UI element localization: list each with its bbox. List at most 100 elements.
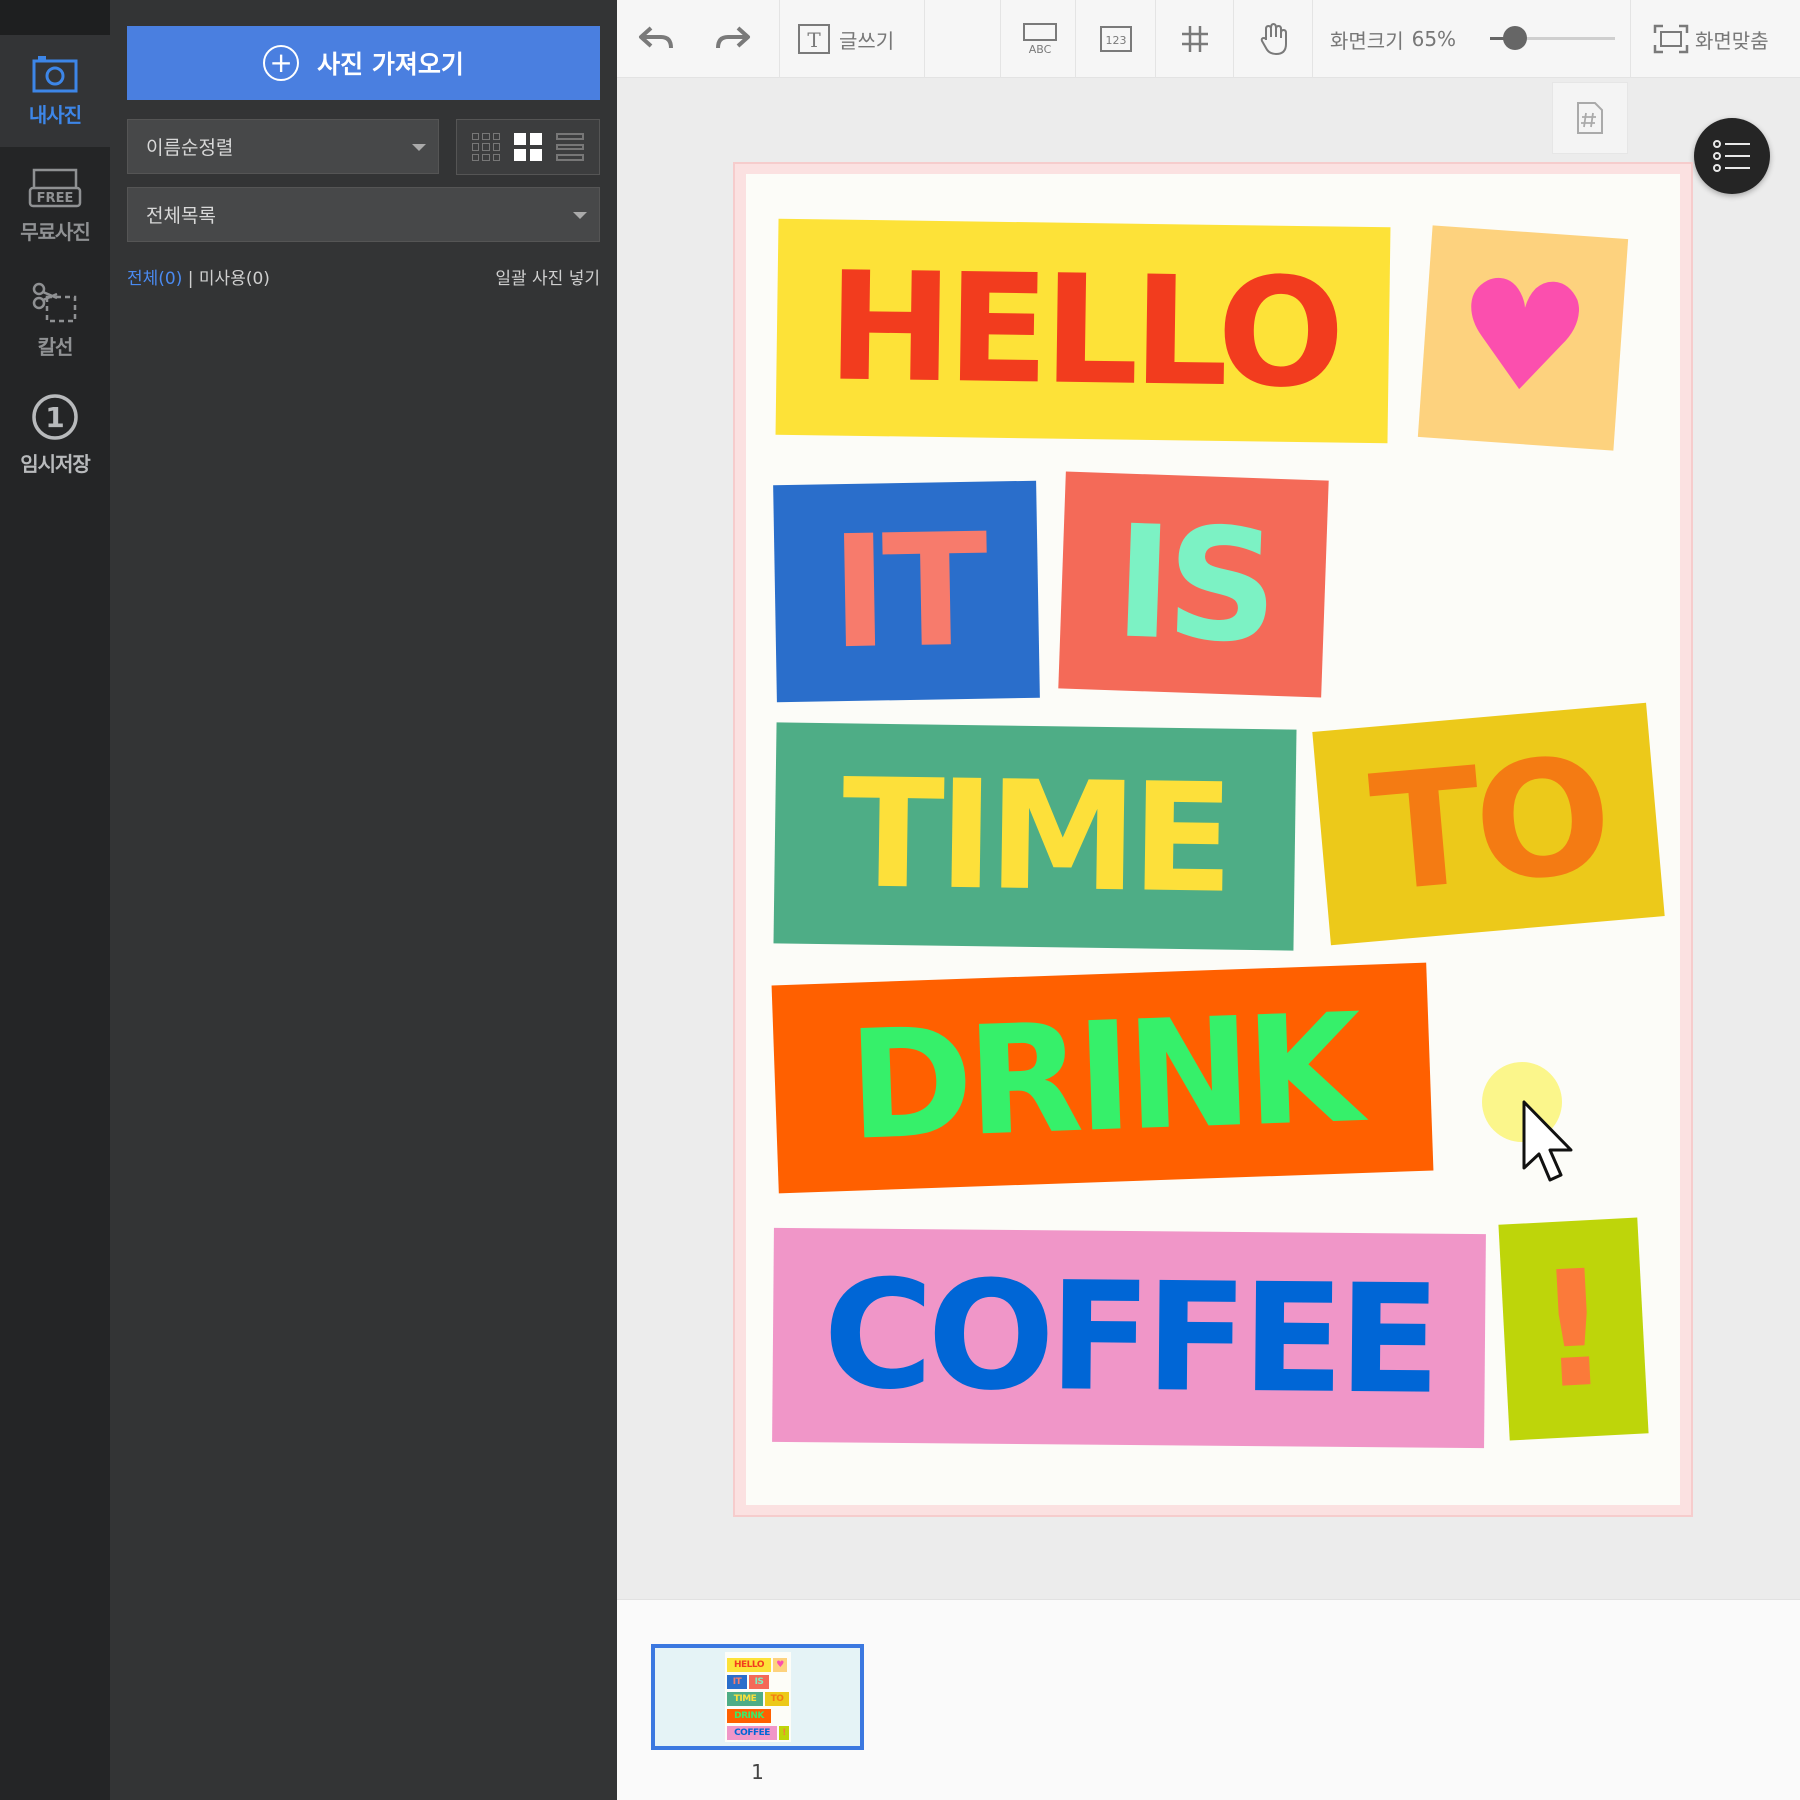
abc-text-icon: ABC	[1023, 23, 1057, 56]
thumb-word: DRINK	[727, 1709, 771, 1723]
text-box-icon: T	[798, 24, 830, 54]
thumb-word: IT	[727, 1675, 747, 1689]
toolbar-divider	[1312, 0, 1313, 78]
zoom-value: 65%	[1411, 27, 1457, 51]
chevron-down-icon	[573, 212, 587, 219]
word-block-exclamation[interactable]: !	[1498, 1217, 1649, 1441]
heart-icon: ♥	[1449, 246, 1597, 430]
number-box-icon: 123	[1100, 26, 1132, 52]
rail-item-label: 임시저장	[20, 451, 91, 476]
word-block-text: TIME	[840, 746, 1230, 927]
toolbar-divider	[1075, 0, 1076, 78]
camera-icon	[32, 55, 78, 92]
list-filter-select[interactable]: 전체목록	[127, 187, 600, 242]
undo-button[interactable]	[637, 0, 677, 78]
fit-screen-label: 화면맞춤	[1695, 28, 1769, 53]
zoom-label-group: 화면크기 65%	[1330, 0, 1456, 78]
grid-small-view-icon[interactable]	[472, 133, 500, 161]
left-icon-rail: 내사진 FREE 무료사진 칼선 1 임시저장	[0, 0, 110, 1800]
page-number-icon	[1577, 102, 1603, 134]
sort-select[interactable]: 이름순정렬	[127, 119, 439, 174]
scissors-icon	[32, 282, 77, 322]
grid-large-view-icon[interactable]	[514, 133, 542, 161]
word-block-time[interactable]: TIME	[773, 722, 1297, 951]
rail-item-my-photos[interactable]: 내사진	[0, 35, 110, 147]
word-block-hello[interactable]: HELLO	[775, 218, 1391, 444]
thumb-word: COFFEE	[727, 1726, 777, 1740]
thumb-word: TO	[765, 1692, 789, 1706]
filter-unused-link[interactable]: 미사용(0)	[199, 269, 270, 289]
word-block-text: IT	[829, 499, 984, 684]
word-block-text: TO	[1364, 720, 1613, 928]
word-block-to[interactable]: TO	[1312, 702, 1665, 946]
toolbar-divider	[1630, 0, 1631, 78]
word-block-is[interactable]: IS	[1058, 471, 1329, 698]
add-text-button[interactable]: T 글쓰기	[797, 0, 894, 78]
rail-item-label: 내사진	[28, 102, 82, 127]
word-block-coffee[interactable]: COFFEE	[772, 1227, 1486, 1449]
thumb-word: HELLO	[727, 1658, 771, 1672]
redo-icon	[716, 26, 750, 49]
zoom-label: 화면크기	[1330, 28, 1404, 53]
import-photos-button[interactable]: + 사진 가져오기	[127, 26, 600, 100]
pan-hand-button[interactable]	[1258, 0, 1290, 78]
rail-item-temp-save[interactable]: 1 임시저장	[0, 378, 110, 490]
toolbar-divider	[1155, 0, 1156, 78]
thumb-word: IS	[749, 1675, 769, 1689]
word-block-drink[interactable]: DRINK	[771, 962, 1434, 1194]
list-icon	[1713, 140, 1750, 172]
filter-all-link[interactable]: 전체(0)	[127, 269, 182, 289]
svg-text:ABC: ABC	[1029, 43, 1052, 56]
svg-text:T: T	[807, 28, 821, 52]
redo-button[interactable]	[712, 0, 752, 78]
toolbar-divider	[924, 0, 925, 78]
word-block-text: IS	[1111, 491, 1276, 678]
toolbar-divider	[779, 0, 780, 78]
word-block-it[interactable]: IT	[773, 480, 1040, 703]
filter-separator: |	[187, 269, 194, 289]
batch-insert-link[interactable]: 일괄 사진 넣기	[495, 264, 600, 289]
word-block-text: !	[1532, 1233, 1615, 1425]
temp-save-badge: 1	[45, 401, 64, 434]
svg-text:123: 123	[1106, 34, 1127, 47]
grid-hash-icon	[1182, 26, 1208, 52]
rail-item-label: 무료사진	[20, 219, 91, 244]
fit-screen-button[interactable]: 화면맞춤	[1653, 0, 1769, 78]
view-mode-toggle	[456, 119, 600, 175]
mouse-pointer-icon	[1522, 1100, 1573, 1182]
word-block-text: COFFEE	[822, 1248, 1436, 1428]
free-photo-icon: FREE	[28, 168, 82, 207]
word-block-text: HELLO	[826, 240, 1340, 422]
word-block-text: DRINK	[845, 982, 1360, 1174]
toolbar-divider	[1233, 0, 1234, 78]
number-box-button[interactable]: 123	[1099, 0, 1133, 78]
fit-screen-icon	[1653, 24, 1689, 54]
sort-select-value: 이름순정렬	[146, 137, 234, 159]
list-view-icon[interactable]	[556, 133, 584, 161]
add-text-label: 글쓰기	[839, 28, 895, 53]
plus-circle-icon: +	[263, 45, 300, 81]
word-art-button[interactable]: ABC	[1022, 0, 1058, 78]
rail-item-label: 칼선	[37, 334, 74, 359]
thumb-heart: ♥	[773, 1658, 787, 1672]
page-thumbnail[interactable]: HELLO ♥ IT IS TIME TO DRINK COFFEE !	[651, 1644, 864, 1750]
thumbnail-card: HELLO ♥ IT IS TIME TO DRINK COFFEE !	[725, 1652, 791, 1742]
rail-item-free-photos[interactable]: FREE 무료사진	[0, 150, 110, 262]
undo-icon	[639, 26, 673, 49]
hand-icon	[1260, 22, 1287, 56]
zoom-slider-knob[interactable]	[1503, 26, 1527, 50]
toolbar-divider	[1000, 0, 1001, 78]
rail-item-cut-line[interactable]: 칼선	[0, 264, 110, 376]
chevron-down-icon	[412, 144, 426, 151]
photo-filter-row: 전체(0) | 미사용(0) 일괄 사진 넣기	[127, 264, 600, 289]
photo-panel: + 사진 가져오기 이름순정렬 전체목록 전체(0) | 미사용(0) 일괄 사…	[110, 0, 617, 1800]
rail-top-strip	[0, 0, 110, 35]
heart-block[interactable]: ♥	[1417, 225, 1629, 451]
grid-toggle-button[interactable]	[1180, 0, 1210, 78]
page-number-button[interactable]	[1552, 82, 1628, 154]
thumb-word: TIME	[727, 1692, 763, 1706]
page-thumbnail-number: 1	[751, 1760, 764, 1784]
layers-list-button[interactable]	[1694, 118, 1770, 194]
temp-save-icon: 1	[32, 393, 78, 440]
list-filter-value: 전체목록	[146, 205, 216, 227]
